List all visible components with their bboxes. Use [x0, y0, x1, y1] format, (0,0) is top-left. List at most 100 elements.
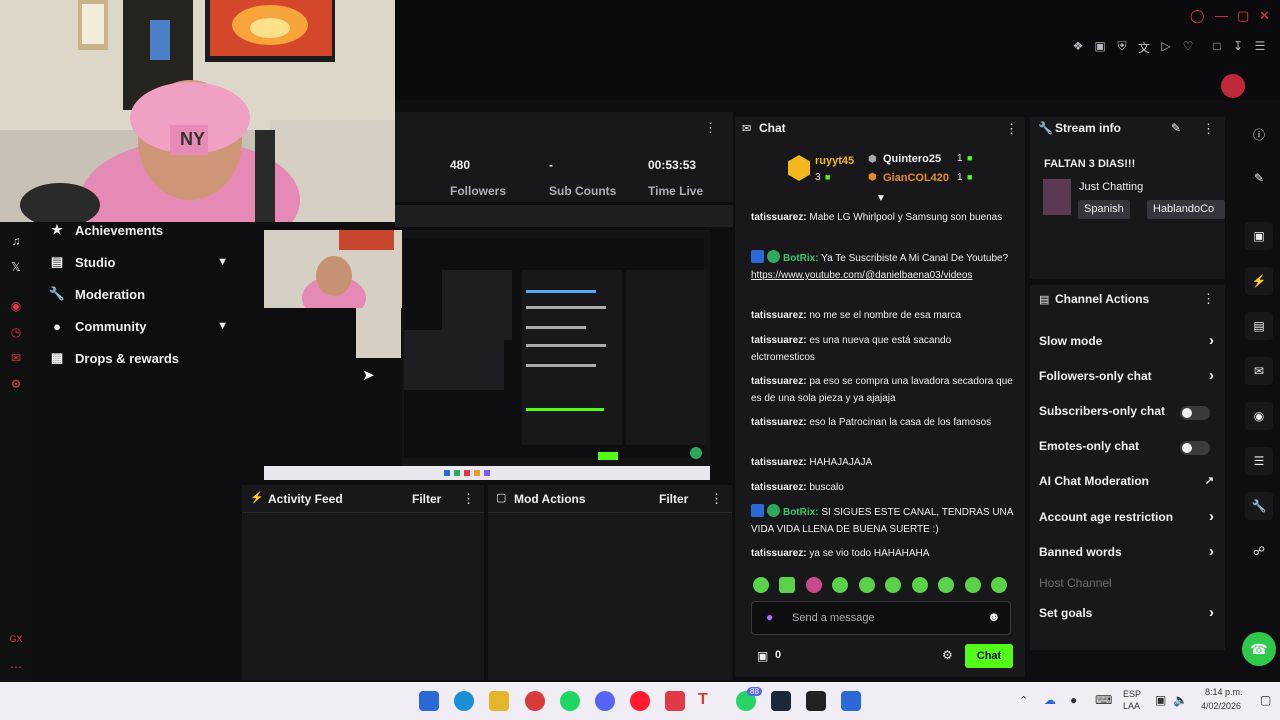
chat-bubble-icon[interactable]: ✉: [1245, 357, 1273, 385]
screenshot-icon[interactable]: ▣: [1092, 39, 1108, 53]
kebab-menu-icon[interactable]: ⋮: [704, 120, 717, 136]
menu-icon[interactable]: ☰: [1252, 39, 1268, 53]
chat-username[interactable]: tatissuarez:: [751, 457, 807, 468]
kebab-menu-icon[interactable]: ⋮: [710, 491, 723, 507]
download-icon[interactable]: ↧: [1230, 39, 1246, 53]
chat-username[interactable]: tatissuarez:: [751, 335, 807, 346]
action-ai-moderation[interactable]: AI Chat Moderation ↗: [1039, 474, 1219, 494]
lang-top[interactable]: ESP: [1123, 689, 1141, 699]
shield-icon[interactable]: ⛨: [1114, 39, 1130, 54]
activity-filter-button[interactable]: Filter: [412, 492, 441, 506]
action-banned-words[interactable]: Banned words ›: [1039, 543, 1219, 565]
layout-icon[interactable]: ☰: [1245, 447, 1273, 475]
chat-input-placeholder[interactable]: Send a message: [792, 612, 875, 624]
text-app-icon[interactable]: T: [698, 691, 718, 711]
tiktok-icon[interactable]: ♫: [8, 234, 24, 248]
x-icon[interactable]: 𝕏: [8, 260, 24, 274]
clock-date[interactable]: 4/02/2026: [1201, 701, 1241, 711]
emote-icon[interactable]: [859, 577, 875, 593]
chat-username[interactable]: tatissuarez:: [751, 482, 807, 493]
action-set-goals[interactable]: Set goals ›: [1039, 604, 1219, 626]
action-emotes-only[interactable]: Emotes-only chat: [1039, 439, 1219, 459]
emoji-icon[interactable]: ☻: [987, 609, 1001, 624]
lightning-icon[interactable]: ⚡: [1245, 267, 1273, 295]
tray-chevron-icon[interactable]: ⌃: [1019, 694, 1028, 707]
minimize-icon[interactable]: —: [1215, 8, 1228, 23]
chevron-down-icon[interactable]: ▼: [217, 320, 228, 332]
category-name[interactable]: Just Chatting: [1079, 181, 1143, 193]
network-icon[interactable]: ▣: [1155, 693, 1166, 707]
translate-icon[interactable]: 文: [1136, 39, 1152, 56]
action-followers-only[interactable]: Followers-only chat ›: [1039, 367, 1219, 389]
points-icon[interactable]: ▣: [757, 649, 768, 663]
document-icon[interactable]: ▤: [1245, 312, 1273, 340]
message-icon[interactable]: ✉: [8, 351, 24, 365]
tag-spanish[interactable]: Spanish: [1078, 200, 1130, 219]
clock-icon[interactable]: ◷: [8, 325, 24, 339]
notification-icon[interactable]: ▢: [1260, 693, 1271, 707]
info-icon[interactable]: ⓘ: [1245, 120, 1273, 148]
edit-icon[interactable]: ✎: [1171, 121, 1181, 135]
subscribers-only-toggle[interactable]: [1180, 406, 1210, 420]
chat-username[interactable]: tatissuarez:: [751, 212, 807, 223]
stream-preview[interactable]: ➤: [264, 230, 710, 480]
action-slow-mode[interactable]: Slow mode ›: [1039, 332, 1219, 354]
chat-username[interactable]: tatissuarez:: [751, 548, 807, 559]
emote-icon[interactable]: [832, 577, 848, 593]
file-explorer-icon[interactable]: [489, 691, 509, 711]
mic-icon[interactable]: ●: [1070, 693, 1077, 707]
chat-link[interactable]: https://www.youtube.com/@danielbaena03/v…: [751, 270, 972, 281]
epic-icon[interactable]: [806, 691, 826, 711]
more-icon[interactable]: ⋯: [8, 660, 24, 674]
nav-achievements[interactable]: ★ Achievements: [48, 216, 238, 244]
lock-icon[interactable]: □: [1209, 39, 1225, 53]
clock-time[interactable]: 8:14 p.m.: [1205, 687, 1243, 697]
volume-icon[interactable]: 🔈: [1173, 693, 1188, 707]
maximize-icon[interactable]: ▢: [1237, 8, 1249, 24]
nav-drops-rewards[interactable]: ▦ Drops & rewards: [48, 344, 238, 372]
app-icon[interactable]: [841, 691, 861, 711]
opera-icon[interactable]: [525, 691, 545, 711]
chat-input-box[interactable]: ● Send a message ☻: [751, 601, 1011, 635]
avatar[interactable]: [1221, 74, 1245, 98]
nav-moderation[interactable]: 🔧 Moderation: [48, 280, 238, 308]
emote-icon[interactable]: [779, 577, 795, 593]
emotes-only-toggle[interactable]: [1180, 441, 1210, 455]
spotify-icon[interactable]: [560, 691, 580, 711]
opera-gx-icon[interactable]: [630, 691, 650, 711]
action-account-age[interactable]: Account age restriction ›: [1039, 508, 1219, 530]
emote-icon[interactable]: [885, 577, 901, 593]
broadcast-icon[interactable]: ◉: [1245, 402, 1273, 430]
microphone-icon[interactable]: ●: [766, 610, 773, 624]
action-host-channel[interactable]: Host Channel: [1039, 576, 1219, 596]
play-icon[interactable]: ▷: [1158, 39, 1174, 53]
pencil-icon[interactable]: ✎: [1245, 164, 1273, 192]
emote-icon[interactable]: [991, 577, 1007, 593]
gear-icon[interactable]: ⚙: [942, 648, 953, 662]
lang-bottom[interactable]: LAA: [1123, 701, 1140, 711]
expand-leaderboard-icon[interactable]: ▼: [876, 193, 886, 204]
action-subscribers-only[interactable]: Subscribers-only chat: [1039, 404, 1219, 424]
support-headset-icon[interactable]: ☎: [1242, 632, 1276, 666]
heart-icon[interactable]: ♡: [1180, 39, 1196, 53]
settings-icon[interactable]: ⚙: [8, 377, 24, 391]
close-icon[interactable]: ✕: [1259, 8, 1270, 24]
tag-hablando[interactable]: HablandoCo: [1147, 200, 1225, 219]
tools-icon[interactable]: 🔧: [1245, 492, 1273, 520]
kebab-menu-icon[interactable]: ⋮: [1202, 121, 1215, 137]
chat-username[interactable]: tatissuarez:: [751, 417, 807, 428]
chat-username[interactable]: tatissuarez:: [751, 376, 807, 387]
kebab-menu-icon[interactable]: ⋮: [1005, 121, 1018, 137]
emote-icon[interactable]: [753, 577, 769, 593]
chat-username[interactable]: BotRix:: [783, 253, 819, 264]
gx-icon[interactable]: GX: [8, 634, 24, 644]
keyboard-icon[interactable]: ⌨: [1095, 693, 1112, 707]
share-icon[interactable]: ☍: [1245, 537, 1273, 565]
windows-start-icon[interactable]: [419, 691, 439, 711]
search-icon[interactable]: ◯: [1190, 8, 1205, 24]
emote-icon[interactable]: [965, 577, 981, 593]
kebab-menu-icon[interactable]: ⋮: [1202, 291, 1215, 307]
nav-studio[interactable]: ▤ Studio ▼: [48, 248, 238, 276]
bookmark-icon[interactable]: ❖: [1070, 39, 1086, 53]
chat-username[interactable]: BotRix:: [783, 507, 819, 518]
